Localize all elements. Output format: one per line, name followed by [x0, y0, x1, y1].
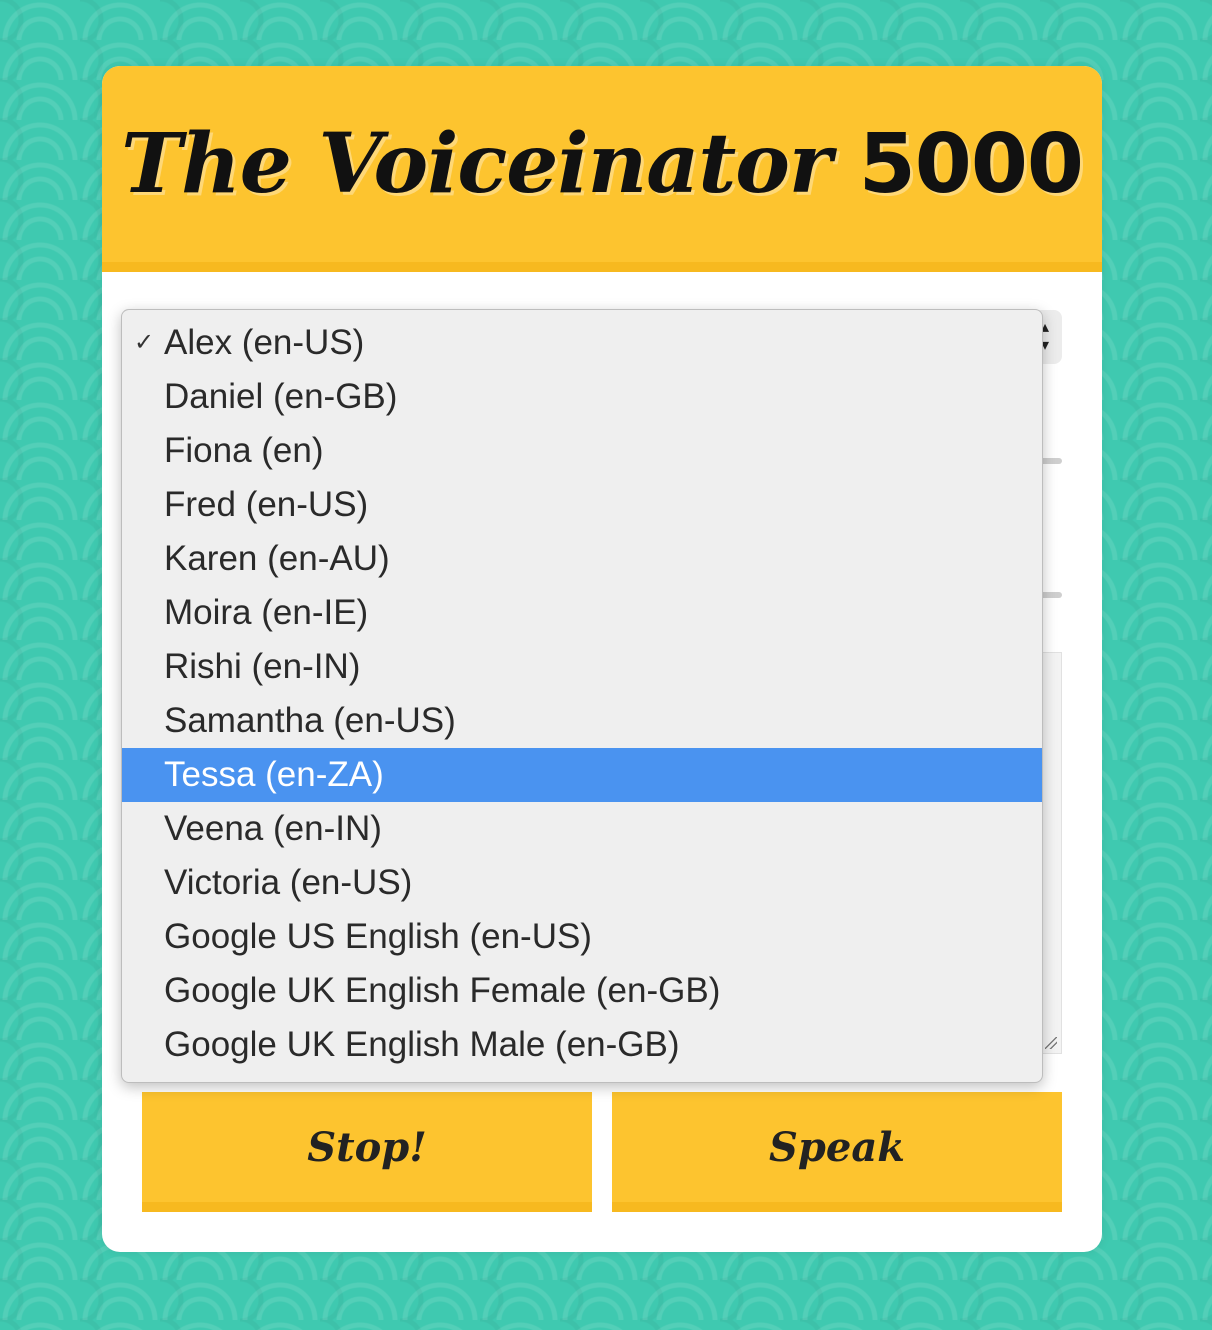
- speak-button[interactable]: Speak: [612, 1092, 1062, 1212]
- header: The Voiceinator 5000: [102, 66, 1102, 272]
- dropdown-option[interactable]: Moira (en-IE): [122, 586, 1042, 640]
- dropdown-option[interactable]: Veena (en-IN): [122, 802, 1042, 856]
- title-number: 5000: [858, 117, 1084, 212]
- dropdown-option-label: Veena (en-IN): [164, 809, 382, 848]
- dropdown-option[interactable]: Karen (en-AU): [122, 532, 1042, 586]
- dropdown-option-label: Google UK English Female (en-GB): [164, 971, 721, 1010]
- dropdown-option[interactable]: Google US English (en-US): [122, 910, 1042, 964]
- dropdown-option-label: Fiona (en): [164, 431, 324, 470]
- dropdown-option-label: Google UK English Male (en-GB): [164, 1025, 680, 1064]
- dropdown-option[interactable]: Google UK English Female (en-GB): [122, 964, 1042, 1018]
- checkmark-icon: ✓: [134, 329, 155, 356]
- dropdown-option-label: Samantha (en-US): [164, 701, 456, 740]
- title-script: The Voiceinator: [121, 116, 832, 212]
- dropdown-option-label: Alex (en-US): [164, 323, 365, 362]
- page-title: The Voiceinator 5000: [121, 116, 1084, 212]
- dropdown-option[interactable]: Rishi (en-IN): [122, 640, 1042, 694]
- dropdown-option-label: Victoria (en-US): [164, 863, 413, 902]
- dropdown-option-label: Daniel (en-GB): [164, 377, 398, 416]
- dropdown-option[interactable]: Victoria (en-US): [122, 856, 1042, 910]
- dropdown-option-label: Google US English (en-US): [164, 917, 592, 956]
- dropdown-option[interactable]: Fiona (en): [122, 424, 1042, 478]
- dropdown-option[interactable]: ✓ Alex (en-US): [122, 316, 1042, 370]
- dropdown-option-label: Karen (en-AU): [164, 539, 390, 578]
- voice-dropdown-menu[interactable]: ✓ Alex (en-US) Daniel (en-GB) Fiona (en) Fre…: [121, 309, 1043, 1083]
- dropdown-option[interactable]: Google UK English Male (en-GB): [122, 1018, 1042, 1072]
- dropdown-option-label: Tessa (en-ZA): [164, 755, 384, 794]
- dropdown-option[interactable]: Daniel (en-GB): [122, 370, 1042, 424]
- dropdown-option-label: Rishi (en-IN): [164, 647, 361, 686]
- dropdown-option-label: Fred (en-US): [164, 485, 369, 524]
- dropdown-option-label: Moira (en-IE): [164, 593, 369, 632]
- stop-button[interactable]: Stop!: [142, 1092, 592, 1212]
- resize-grip-icon[interactable]: [1045, 1037, 1057, 1049]
- dropdown-option[interactable]: Fred (en-US): [122, 478, 1042, 532]
- dropdown-option[interactable]: Samantha (en-US): [122, 694, 1042, 748]
- dropdown-option[interactable]: Tessa (en-ZA): [122, 748, 1042, 802]
